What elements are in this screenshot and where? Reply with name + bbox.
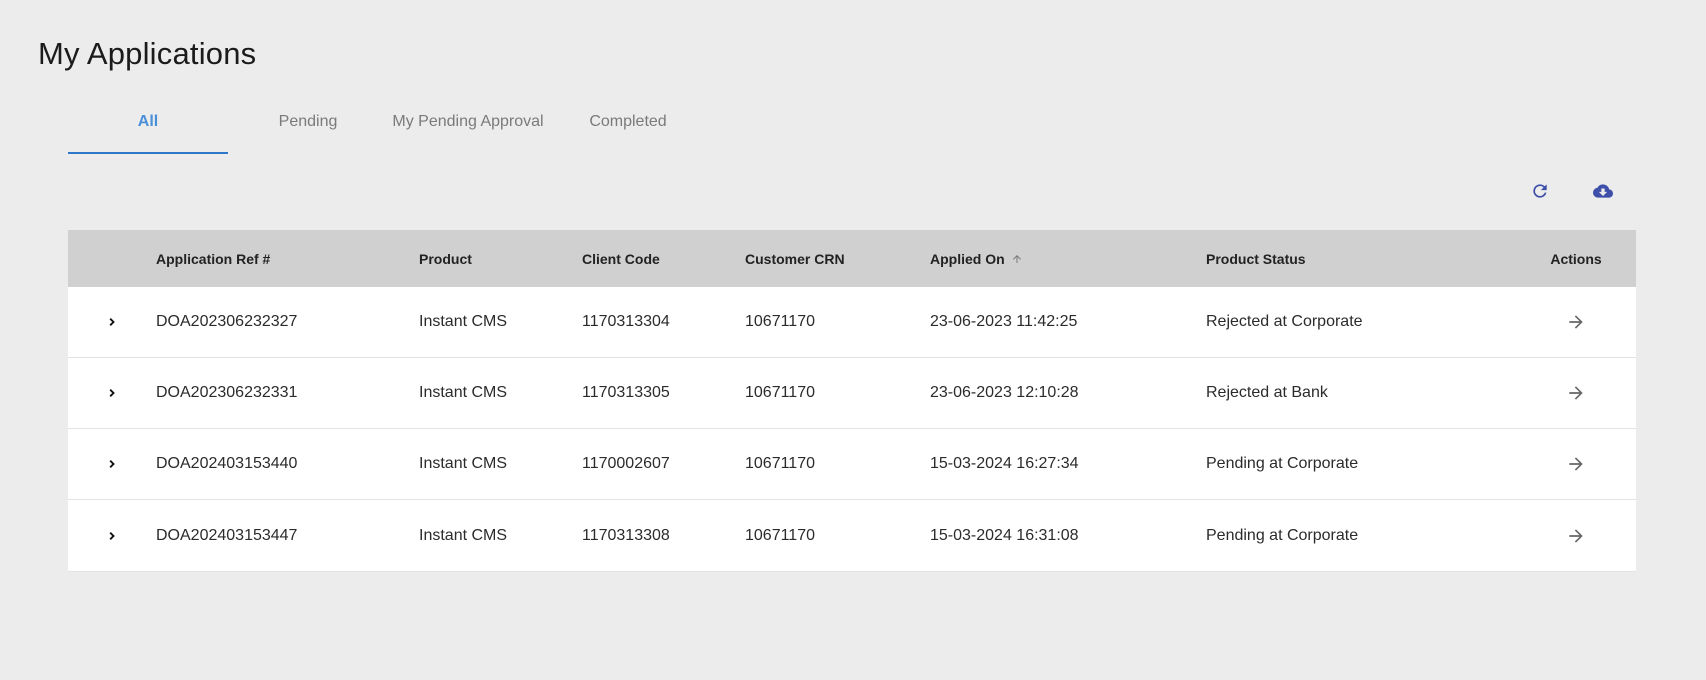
cloud-download-icon xyxy=(1593,184,1613,198)
header-applied-on-label: Applied On xyxy=(930,250,1005,267)
cell-application-ref: DOA202306232331 xyxy=(156,384,298,401)
arrow-right-icon xyxy=(1569,457,1583,471)
cell-product-status: Rejected at Corporate xyxy=(1206,313,1363,330)
cell-application-ref: DOA202306232327 xyxy=(156,313,298,330)
view-application-button[interactable] xyxy=(1516,312,1636,332)
cell-customer-crn: 10671170 xyxy=(745,313,815,330)
chevron-right-icon xyxy=(109,389,115,397)
cell-applied-on: 23-06-2023 12:10:28 xyxy=(930,384,1079,401)
view-application-button[interactable] xyxy=(1516,383,1636,403)
view-application-button[interactable] xyxy=(1516,526,1636,546)
expand-row-button[interactable] xyxy=(68,457,156,471)
tab-my-pending-approval[interactable]: My Pending Approval xyxy=(388,100,548,154)
tab-pending[interactable]: Pending xyxy=(228,100,388,154)
view-application-button[interactable] xyxy=(1516,454,1636,474)
table-row: DOA202403153447 Instant CMS 1170313308 1… xyxy=(68,500,1636,572)
download-button[interactable] xyxy=(1590,178,1616,204)
header-client-code: Client Code xyxy=(582,250,660,267)
table-row: DOA202403153440 Instant CMS 1170002607 1… xyxy=(68,429,1636,500)
refresh-icon xyxy=(1533,184,1547,198)
table-row: DOA202306232327 Instant CMS 1170313304 1… xyxy=(68,287,1636,358)
applications-table: Application Ref # Product Client Code Cu… xyxy=(68,230,1636,572)
cell-application-ref: DOA202403153440 xyxy=(156,455,298,472)
table-row: DOA202306232331 Instant CMS 1170313305 1… xyxy=(68,358,1636,429)
tab-completed[interactable]: Completed xyxy=(548,100,708,154)
cell-product-status: Rejected at Bank xyxy=(1206,384,1328,401)
cell-applied-on: 23-06-2023 11:42:25 xyxy=(930,313,1078,330)
cell-client-code: 1170313304 xyxy=(582,313,670,330)
cell-applied-on: 15-03-2024 16:27:34 xyxy=(930,455,1079,472)
cell-customer-crn: 10671170 xyxy=(745,384,815,401)
header-product-status: Product Status xyxy=(1206,250,1306,267)
cell-client-code: 1170313308 xyxy=(582,526,670,544)
header-applied-on[interactable]: Applied On xyxy=(930,251,1206,267)
page-title: My Applications xyxy=(38,36,257,71)
cell-customer-crn: 10671170 xyxy=(745,455,815,472)
expand-row-button[interactable] xyxy=(68,386,156,400)
refresh-button[interactable] xyxy=(1527,178,1553,204)
expand-row-button[interactable] xyxy=(68,315,156,329)
header-product: Product xyxy=(419,250,472,267)
chevron-right-icon xyxy=(109,531,115,540)
header-application-ref: Application Ref # xyxy=(156,250,271,267)
arrow-right-icon xyxy=(1569,386,1583,400)
arrow-right-icon xyxy=(1569,528,1583,543)
table-header: Application Ref # Product Client Code Cu… xyxy=(68,230,1636,287)
header-actions: Actions xyxy=(1550,250,1602,267)
chevron-right-icon xyxy=(109,460,115,468)
cell-product-status: Pending at Corporate xyxy=(1206,526,1359,544)
cell-client-code: 1170002607 xyxy=(582,455,670,472)
cell-application-ref: DOA202403153447 xyxy=(156,526,298,544)
cell-client-code: 1170313305 xyxy=(582,384,670,401)
cell-product: Instant CMS xyxy=(419,526,508,544)
arrow-up-icon xyxy=(1012,254,1021,263)
chevron-right-icon xyxy=(109,318,115,326)
cell-product: Instant CMS xyxy=(419,313,508,330)
tab-bar: All Pending My Pending Approval Complete… xyxy=(68,100,708,154)
arrow-right-icon xyxy=(1569,315,1583,329)
cell-customer-crn: 10671170 xyxy=(745,526,815,544)
expand-row-button[interactable] xyxy=(68,529,156,543)
header-customer-crn: Customer CRN xyxy=(745,250,845,267)
cell-product: Instant CMS xyxy=(419,455,508,472)
cell-product-status: Pending at Corporate xyxy=(1206,455,1359,472)
tab-all[interactable]: All xyxy=(68,100,228,154)
cell-product: Instant CMS xyxy=(419,384,508,401)
cell-applied-on: 15-03-2024 16:31:08 xyxy=(930,526,1079,544)
